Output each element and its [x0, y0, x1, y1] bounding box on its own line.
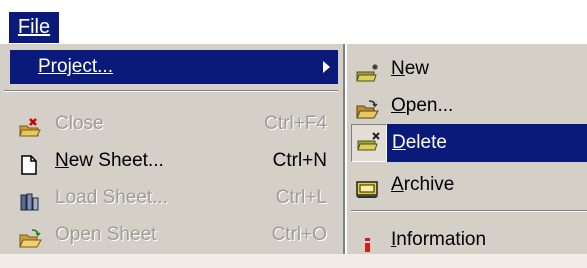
- open-rest: pen...: [405, 95, 454, 116]
- archive-icon: [355, 175, 381, 198]
- new-sheet-mnemonic: N: [55, 150, 69, 171]
- information-icon: [355, 230, 381, 252]
- menu-item-load-sheet-label: Load Sheet...: [55, 187, 169, 208]
- information-rest: nformation: [396, 229, 487, 250]
- load-sheet-icon: [18, 188, 42, 211]
- submenu-item-open-label: Open...: [391, 87, 453, 125]
- menu-item-open-sheet-label: Open Sheet: [55, 224, 157, 245]
- menu-item-project[interactable]: Project...: [10, 50, 338, 84]
- new-mnemonic: N: [391, 58, 405, 79]
- delete-mnemonic: D: [392, 132, 406, 153]
- menu-item-load-sheet-shortcut: Ctrl+L: [275, 187, 327, 208]
- menu-item-project-label: Project...: [38, 56, 113, 77]
- archive-rest: rchive: [403, 174, 455, 195]
- menu-item-close-label: Close: [55, 113, 104, 134]
- submenu-item-delete-label: Delete: [392, 124, 447, 162]
- menu-item-new-sheet[interactable]: New Sheet... Ctrl+N: [0, 142, 343, 180]
- menu-item-open-sheet[interactable]: Open Sheet Ctrl+O: [0, 216, 343, 254]
- delete-rest: elete: [405, 132, 447, 153]
- submenu-item-delete[interactable]: Delete: [387, 124, 587, 162]
- new-rest: ew: [404, 58, 430, 79]
- file-dropdown-menu: Project... Close Ctrl+F4 New Sheet... Ct…: [0, 44, 345, 254]
- new-sheet-rest: ew Sheet...: [68, 150, 164, 171]
- submenu-item-archive[interactable]: Archive: [347, 166, 587, 204]
- menu-item-load-sheet[interactable]: Load Sheet... Ctrl+L: [0, 179, 343, 217]
- submenu-item-open[interactable]: Open...: [347, 87, 587, 125]
- open-folder-icon: [355, 96, 381, 119]
- submenu-arrow-icon: [323, 61, 330, 73]
- submenu-item-information[interactable]: Information: [347, 221, 587, 259]
- submenu-item-information-label: Information: [391, 221, 486, 259]
- file-menu-label: File: [17, 16, 51, 38]
- menu-separator: [4, 90, 338, 92]
- submenu-item-new-label: New: [391, 50, 429, 88]
- open-mnemonic: O: [391, 95, 406, 116]
- submenu-separator: [351, 210, 587, 212]
- menu-bar: File: [0, 0, 587, 44]
- close-folder-icon: [18, 114, 42, 137]
- menu-item-close-shortcut: Ctrl+F4: [264, 113, 327, 134]
- new-sheet-icon: [18, 151, 42, 175]
- menu-item-close[interactable]: Close Ctrl+F4: [0, 105, 343, 143]
- delete-icon-frame: [351, 124, 387, 162]
- menu-item-open-sheet-shortcut: Ctrl+O: [271, 224, 327, 245]
- menu-item-new-sheet-label: New Sheet...: [55, 142, 164, 180]
- file-menu-title[interactable]: File: [9, 12, 59, 43]
- project-submenu: New Open... Delete Archive Information: [345, 44, 587, 254]
- submenu-item-new[interactable]: New: [347, 50, 587, 88]
- submenu-item-archive-label: Archive: [391, 166, 454, 204]
- open-folder-icon: [18, 225, 42, 248]
- archive-mnemonic: A: [391, 174, 404, 195]
- menu-item-new-sheet-shortcut: Ctrl+N: [272, 150, 327, 171]
- new-project-icon: [355, 59, 381, 82]
- delete-project-icon: [356, 132, 382, 152]
